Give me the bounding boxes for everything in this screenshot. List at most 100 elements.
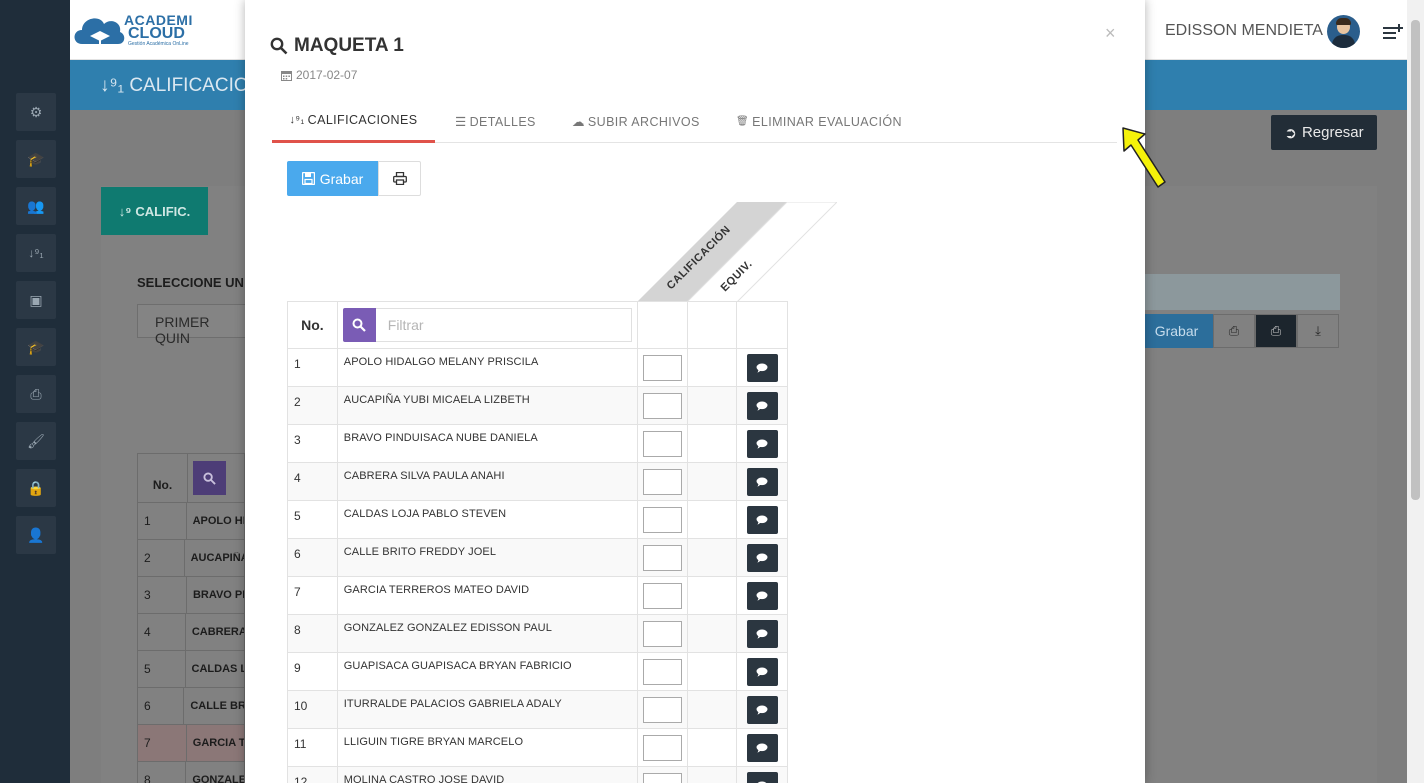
comment-button[interactable]	[746, 619, 778, 648]
sidebar-item-courses[interactable]: 🎓	[16, 328, 56, 366]
bg-students-table: No. 1 APOLO HI 2 AUCAPIÑA 3 BRAVO PI 4 CABRERA 5…	[137, 453, 245, 783]
table-row: 2 AUCAPIÑA YUBI MICAELA LIZBETH	[287, 386, 788, 425]
sidebar-item-payments[interactable]: ▣	[16, 281, 56, 319]
user-name[interactable]: EDISSON MENDIETA	[1165, 22, 1323, 40]
comment-icon	[756, 591, 768, 601]
grade-cell	[636, 576, 688, 615]
comment-icon	[756, 439, 768, 449]
column-header-observation	[736, 301, 788, 349]
bg-print-dark-button[interactable]: ⎙	[1255, 314, 1297, 348]
student-number: 8	[287, 614, 338, 653]
tab-califications[interactable]: ↓⁹ CALIFIC.	[101, 187, 208, 235]
sidebar-item-academic[interactable]: 🎓	[16, 140, 56, 178]
observation-cell	[736, 500, 788, 539]
bg-print-button[interactable]: ⎙	[1213, 314, 1255, 348]
sidebar-item-settings[interactable]: ⚙	[16, 93, 56, 131]
bg-download-button[interactable]: ⤓	[1297, 314, 1339, 348]
comment-button[interactable]	[746, 581, 778, 610]
table-row: 10 ITURRALDE PALACIOS GABRIELA ADALY	[287, 690, 788, 729]
tab-subir-archivos[interactable]: ☁ SUBIR ARCHIVOS	[572, 100, 700, 143]
sidebar-item-reports[interactable]: ⎙	[16, 375, 56, 413]
grade-input[interactable]	[642, 468, 682, 495]
comment-button[interactable]	[746, 429, 778, 458]
bg-row-number: 2	[138, 540, 185, 576]
tab-eliminar-evaluacion[interactable]: 🗑 ELIMINAR EVALUACIÓN	[736, 100, 902, 143]
print-button[interactable]	[378, 161, 421, 196]
student-name: GUAPISACA GUAPISACA BRYAN FABRICIO	[336, 652, 638, 691]
comment-button[interactable]	[746, 657, 778, 686]
bg-grabar-button[interactable]: Grabar	[1140, 314, 1213, 348]
equiv-cell	[686, 728, 738, 767]
tab-detalles[interactable]: ☰ DETALLES	[455, 100, 536, 143]
grade-cell	[636, 348, 688, 387]
student-name: BRAVO PINDUISACA NUBE DANIELA	[336, 424, 638, 463]
close-button[interactable]: ×	[1105, 23, 1116, 44]
comment-button[interactable]	[746, 353, 778, 382]
cogs-icon: ⚙	[29, 103, 43, 120]
grade-input[interactable]	[642, 772, 682, 783]
grades-table-body: 1 APOLO HIDALGO MELANY PRISCILA 2 AUCAPIÑA …	[287, 348, 788, 783]
modal-title: MAQUETA 1	[270, 35, 404, 57]
column-header-equiv	[686, 301, 738, 349]
sidebar-item-grades[interactable]: ↓⁹₁	[16, 234, 56, 272]
avatar[interactable]	[1327, 15, 1360, 48]
grade-input[interactable]	[642, 430, 682, 457]
modal-title-text: MAQUETA 1	[294, 35, 404, 56]
sidebar-item-appearance[interactable]: 🖌	[16, 422, 56, 460]
comment-button[interactable]	[746, 391, 778, 420]
bg-row-name: CALDAS L	[191, 663, 244, 675]
grade-input[interactable]	[642, 582, 682, 609]
grade-input[interactable]	[642, 506, 682, 533]
grade-input[interactable]	[642, 658, 682, 685]
comment-icon	[756, 705, 768, 715]
comment-button[interactable]	[746, 733, 778, 762]
search-icon	[270, 37, 288, 55]
comment-button[interactable]	[746, 467, 778, 496]
grade-input[interactable]	[642, 696, 682, 723]
menu-add-icon[interactable]	[1383, 22, 1405, 40]
sidebar-item-profile[interactable]: 👤	[16, 516, 56, 554]
grade-input[interactable]	[642, 734, 682, 761]
save-button[interactable]: Grabar	[287, 161, 378, 196]
observation-cell	[736, 690, 788, 729]
back-button[interactable]: ➲ Regresar	[1271, 115, 1377, 150]
bg-filter-button[interactable]	[193, 461, 226, 495]
student-name: GARCIA TERREROS MATEO DAVID	[336, 576, 638, 615]
sidebar-item-security[interactable]: 🔒	[16, 469, 56, 507]
grade-input[interactable]	[642, 620, 682, 647]
tab-calificaciones[interactable]: ↓⁹₁ CALIFICACIONES	[272, 100, 435, 143]
grade-input[interactable]	[642, 354, 682, 381]
grade-input[interactable]	[642, 392, 682, 419]
student-name: MOLINA CASTRO JOSE DAVID	[336, 766, 638, 783]
period-select[interactable]: PRIMER QUIN	[137, 304, 247, 346]
student-name: CABRERA SILVA PAULA ANAHI	[336, 462, 638, 501]
list-icon: ☰	[455, 115, 467, 129]
bg-row-name: CALLE BRI	[190, 700, 244, 712]
table-row: 11 LLIGUIN TIGRE BRYAN MARCELO	[287, 728, 788, 767]
scrollbar-thumb[interactable]	[1411, 20, 1420, 500]
bg-row-number: 5	[138, 651, 186, 687]
filter-search-button[interactable]	[342, 308, 376, 342]
student-name: LLIGUIN TIGRE BRYAN MARCELO	[336, 728, 638, 767]
comment-icon	[756, 743, 768, 753]
student-name: GONZALEZ GONZALEZ EDISSON PAUL	[336, 614, 638, 653]
list-item: 5 CALDAS L	[137, 651, 245, 688]
comment-icon	[756, 629, 768, 639]
comment-button[interactable]	[746, 543, 778, 572]
table-row: 7 GARCIA TERREROS MATEO DAVID	[287, 576, 788, 615]
sort-numeric-icon: ↓⁹₁	[289, 114, 305, 126]
comment-button[interactable]	[746, 695, 778, 724]
comment-button[interactable]	[746, 771, 778, 783]
observation-cell	[736, 348, 788, 387]
app-logo[interactable]: ACADEMI CLOUD Gestión Académica OnLine	[70, 4, 200, 56]
comment-button[interactable]	[746, 505, 778, 534]
filter-input[interactable]	[375, 308, 632, 342]
grade-cell	[636, 690, 688, 729]
comment-icon	[756, 477, 768, 487]
users-icon: 👥	[27, 197, 45, 214]
student-name: ITURRALDE PALACIOS GABRIELA ADALY	[336, 690, 638, 729]
sidebar-item-users[interactable]: 👥	[16, 187, 56, 225]
page-scrollbar[interactable]	[1407, 0, 1424, 783]
observation-cell	[736, 424, 788, 463]
grade-input[interactable]	[642, 544, 682, 571]
